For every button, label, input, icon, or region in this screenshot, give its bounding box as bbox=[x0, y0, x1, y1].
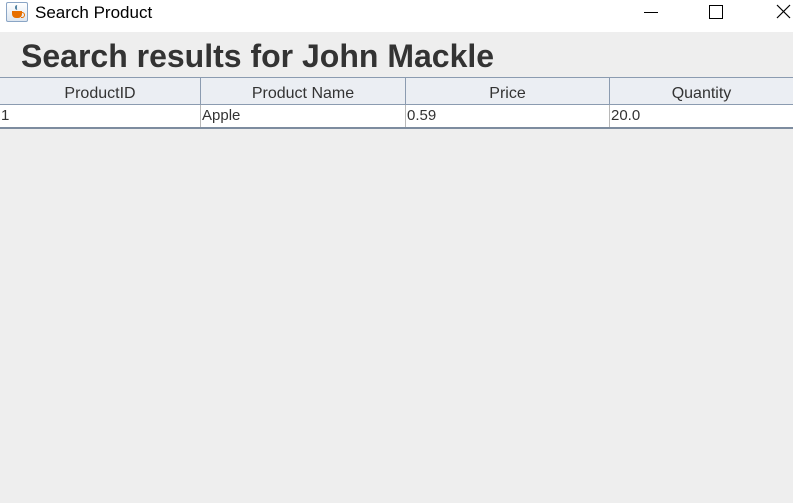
close-button[interactable] bbox=[752, 0, 793, 26]
maximize-icon bbox=[709, 5, 723, 19]
column-header-product-name[interactable]: Product Name bbox=[201, 78, 406, 105]
maximize-button[interactable] bbox=[688, 0, 744, 26]
search-product-window: Search Product Search results for John M… bbox=[0, 0, 793, 503]
table-header: ProductID Product Name Price Quantity bbox=[0, 77, 793, 105]
title-bar[interactable]: Search Product bbox=[0, 0, 793, 32]
minimize-button[interactable] bbox=[622, 0, 678, 26]
results-table: ProductID Product Name Price Quantity 1 … bbox=[0, 77, 793, 129]
column-header-quantity[interactable]: Quantity bbox=[610, 78, 793, 105]
page-title: Search results for John Mackle bbox=[21, 38, 495, 74]
window-title: Search Product bbox=[35, 3, 153, 22]
close-icon bbox=[776, 4, 791, 19]
table-row[interactable]: 1 Apple 0.59 20.0 bbox=[0, 105, 793, 129]
column-header-price[interactable]: Price bbox=[406, 78, 610, 105]
cell-quantity[interactable]: 20.0 bbox=[610, 105, 793, 127]
cell-productid[interactable]: 1 bbox=[0, 105, 201, 127]
cell-product-name[interactable]: Apple bbox=[201, 105, 406, 127]
java-cup-icon bbox=[6, 2, 28, 22]
minimize-icon bbox=[644, 12, 658, 13]
cell-price[interactable]: 0.59 bbox=[406, 105, 610, 127]
column-header-productid[interactable]: ProductID bbox=[0, 78, 201, 105]
